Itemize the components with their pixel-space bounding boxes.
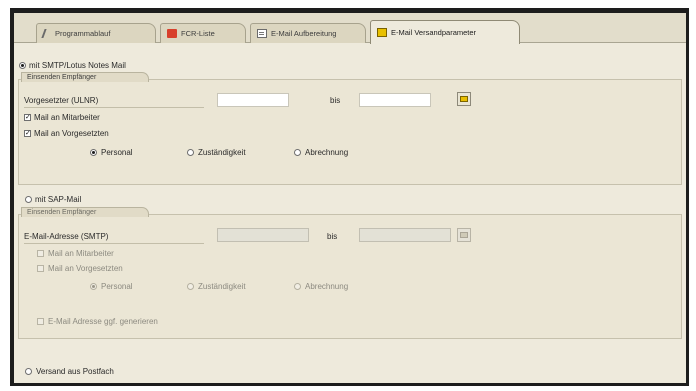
- radio-sap-mail[interactable]: [25, 196, 32, 203]
- range-label-2: E-Mail-Adresse (SMTP): [24, 232, 109, 241]
- range-from-field-1[interactable]: [217, 93, 289, 107]
- checkbox-mail-vorgesetzter-label-2: Mail an Vorgesetzten: [48, 264, 123, 273]
- range-label-1: Vorgesetzter (ULNR): [24, 96, 99, 105]
- tab-fcr-liste[interactable]: FCR-Liste: [160, 23, 246, 43]
- group-title-2: Einsenden Empfänger: [21, 207, 149, 217]
- radio-zustaendigkeit-label-2: Zuständigkeit: [198, 282, 246, 291]
- pen-icon: [41, 29, 53, 38]
- radio-zustaendigkeit-2[interactable]: [187, 283, 194, 290]
- checkbox-mail-mitarbeiter-2[interactable]: [37, 250, 44, 257]
- tab-email-aufbereitung[interactable]: E-Mail Aufbereitung: [250, 23, 366, 43]
- range-to-label-2: bis: [327, 232, 338, 241]
- group-title-1: Einsenden Empfänger: [21, 72, 149, 82]
- document-icon: [257, 29, 267, 38]
- checkbox-email-generate-label: E-Mail Adresse ggf. generieren: [48, 317, 158, 326]
- radio-personal-2[interactable]: [90, 283, 97, 290]
- tab-bar: Programmablauf FCR-Liste E-Mail Aufberei…: [14, 13, 686, 44]
- radio-personal-1[interactable]: [90, 149, 97, 156]
- radio-sap-mail-label: mit SAP-Mail: [35, 195, 82, 204]
- multiple-selection-button-1[interactable]: [457, 92, 471, 106]
- range-to-label-1: bis: [330, 96, 341, 105]
- red-list-icon: [167, 29, 177, 38]
- tab-label: E-Mail Aufbereitung: [271, 29, 337, 38]
- multiple-selection-button-2[interactable]: [457, 228, 471, 242]
- radio-versand-postfach[interactable]: [25, 368, 32, 375]
- main-window: Programmablauf FCR-Liste E-Mail Aufberei…: [14, 13, 686, 383]
- multiple-selection-icon: [460, 96, 468, 102]
- checkbox-mail-mitarbeiter-1[interactable]: ✓: [24, 114, 31, 121]
- radio-abrechnung-2[interactable]: [294, 283, 301, 290]
- radio-abrechnung-label-2: Abrechnung: [305, 282, 349, 291]
- radio-zustaendigkeit-label-1: Zuständigkeit: [198, 148, 246, 157]
- radio-zustaendigkeit-1[interactable]: [187, 149, 194, 156]
- mail-icon: [377, 28, 387, 37]
- radio-personal-label-1: Personal: [101, 148, 133, 157]
- checkbox-mail-vorgesetzter-2[interactable]: [37, 265, 44, 272]
- range-from-field-2[interactable]: [217, 228, 309, 242]
- tab-label: Programmablauf: [55, 29, 111, 38]
- tab-label: E-Mail Versandparameter: [391, 28, 477, 37]
- divider-line: [24, 243, 204, 244]
- tab-label: FCR-Liste: [181, 29, 215, 38]
- group-empfaenger-1: [18, 79, 682, 185]
- range-to-field-1[interactable]: [359, 93, 431, 107]
- checkbox-mail-mitarbeiter-label-2: Mail an Mitarbeiter: [48, 249, 114, 258]
- tab-programmablauf[interactable]: Programmablauf: [36, 23, 156, 43]
- radio-abrechnung-1[interactable]: [294, 149, 301, 156]
- checkbox-email-generate[interactable]: [37, 318, 44, 325]
- checkbox-mail-mitarbeiter-label-1: Mail an Mitarbeiter: [34, 113, 100, 122]
- divider-line: [24, 107, 204, 108]
- radio-smtp-lotus-label: mit SMTP/Lotus Notes Mail: [29, 61, 126, 70]
- multiple-selection-icon: [460, 232, 468, 238]
- radio-versand-postfach-label: Versand aus Postfach: [36, 367, 114, 376]
- tab-email-versandparameter[interactable]: E-Mail Versandparameter: [370, 20, 520, 44]
- checkbox-mail-vorgesetzter-label-1: Mail an Vorgesetzten: [34, 129, 109, 138]
- radio-personal-label-2: Personal: [101, 282, 133, 291]
- radio-smtp-lotus[interactable]: [19, 62, 26, 69]
- range-to-field-2[interactable]: [359, 228, 451, 242]
- radio-abrechnung-label-1: Abrechnung: [305, 148, 349, 157]
- checkbox-mail-vorgesetzter-1[interactable]: ✓: [24, 130, 31, 137]
